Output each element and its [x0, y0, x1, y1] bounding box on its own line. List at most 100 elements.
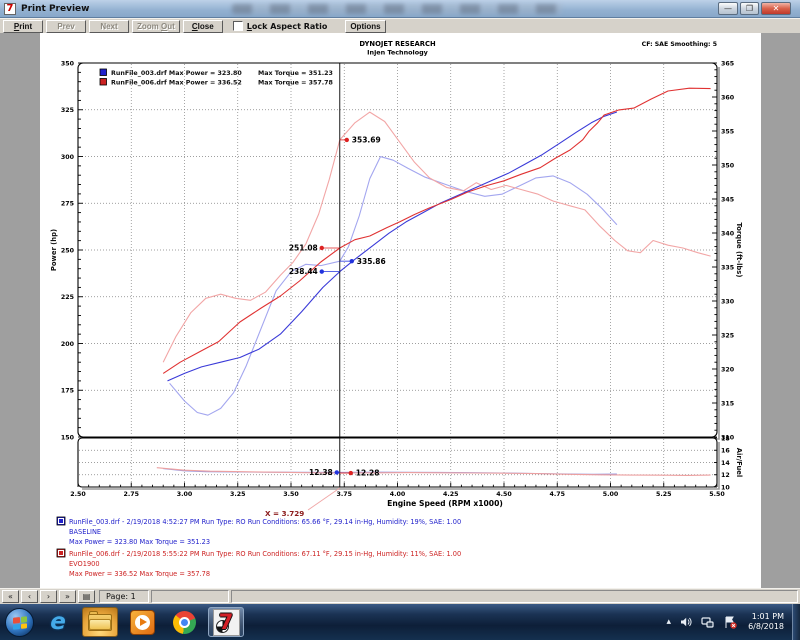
- airfuel-axis-title: Air/Fuel: [735, 448, 743, 478]
- toolbar-button-close[interactable]: Close: [183, 20, 223, 33]
- first-page-button[interactable]: «: [2, 590, 19, 603]
- speaker-icon[interactable]: [680, 616, 692, 628]
- cursor-value-label: 12.28: [356, 469, 380, 478]
- run-max-line: Max Power = 336.52 Max Torque = 357.78: [69, 570, 210, 578]
- status-cell: [151, 590, 229, 603]
- taskbar-item-internet-explorer[interactable]: e: [40, 607, 76, 637]
- minimize-button[interactable]: —: [718, 2, 738, 15]
- tray-date: 6/8/2018: [748, 622, 784, 632]
- taskbar-item-windows-explorer[interactable]: [82, 607, 118, 637]
- cursor-x-label: X = 3.729: [265, 509, 304, 518]
- main-chart: 1501752002252502753003253503103153203253…: [61, 60, 735, 441]
- rpm-tick-label: 2.50: [70, 491, 86, 498]
- restore-button[interactable]: ❐: [740, 2, 759, 15]
- torque-tick-label: 355: [721, 128, 734, 135]
- chrome-icon: [173, 611, 196, 634]
- preview-area: 1501752002252502753003253503103153203253…: [0, 33, 800, 588]
- titlebar: 7 Print Preview — ❐ ✕: [0, 0, 800, 18]
- chart-subtitle: Injen Technology: [367, 49, 429, 57]
- page-number-cell: Page: 1: [99, 590, 149, 603]
- rpm-tick-label: 4.00: [390, 491, 406, 498]
- run-name-line: BASELINE: [69, 528, 101, 536]
- power-axis-title: Power (hp): [50, 229, 58, 271]
- toolbar-button-next[interactable]: Next: [89, 20, 129, 33]
- taskbar-item-chrome[interactable]: [166, 607, 202, 637]
- print-preview-window: 7 Print Preview — ❐ ✕ PrintPrevNextZoom …: [0, 0, 800, 640]
- power-tick-label: 275: [61, 201, 74, 208]
- rpm-tick-label: 4.75: [549, 491, 565, 498]
- tray-time: 1:01 PM: [748, 612, 784, 622]
- options-button[interactable]: Options: [345, 20, 385, 33]
- torque-tick-label: 365: [721, 60, 734, 67]
- taskbar-item-winpep7[interactable]: 7: [208, 607, 244, 637]
- torque-tick-label: 345: [721, 196, 734, 203]
- airfuel-tick-label: 18: [721, 435, 730, 442]
- toolbar-button-zoom-out[interactable]: Zoom Out: [132, 20, 180, 33]
- toolbar-button-print[interactable]: Print: [3, 20, 43, 33]
- torque-tick-label: 325: [721, 332, 734, 339]
- close-window-button[interactable]: ✕: [761, 2, 791, 15]
- folder-icon: [88, 614, 112, 631]
- legend-text-left: RunFile_006.drf Max Power = 336.52: [111, 80, 242, 87]
- torque-tick-label: 335: [721, 264, 734, 271]
- prev-page-button[interactable]: ‹: [21, 590, 38, 603]
- torque-tick-label: 330: [721, 298, 735, 305]
- toolbar-button-group: PrintPrevNextZoom OutClose: [0, 20, 223, 33]
- rpm-tick-label: 4.25: [443, 491, 459, 498]
- action-center-flag-icon[interactable]: [724, 616, 737, 629]
- rpm-tick-label: 2.75: [123, 491, 139, 498]
- lock-aspect-ratio-checkbox[interactable]: [233, 21, 243, 31]
- run-info-line: RunFile_003.drf - 2/19/2018 4:52:27 PM R…: [69, 518, 461, 526]
- run-info-line: RunFile_006.drf - 2/19/2018 5:55:22 PM R…: [69, 550, 461, 558]
- chart-title: DYNOJET RESEARCH: [359, 40, 436, 48]
- torque-tick-label: 360: [721, 94, 735, 101]
- cursor-value-label: 335.86: [357, 257, 386, 266]
- winpep7-icon: 7: [213, 609, 240, 636]
- power-tick-label: 150: [61, 434, 75, 441]
- rpm-tick-label: 5.50: [709, 491, 725, 498]
- legend-row: RunFile_006.drf Max Power = 336.52Max To…: [100, 79, 333, 87]
- cursor-value-label: 12.38: [309, 468, 333, 477]
- start-button[interactable]: [5, 608, 34, 637]
- rpm-tick-label: 3.00: [177, 491, 193, 498]
- dyno-chart-svg: 1501752002252502753003253503103153203253…: [40, 33, 761, 588]
- last-page-button[interactable]: »: [59, 590, 76, 603]
- power-tick-label: 350: [61, 60, 75, 67]
- next-page-button[interactable]: ›: [40, 590, 57, 603]
- power-tick-label: 200: [61, 341, 75, 348]
- print-preview-page: 1501752002252502753003253503103153203253…: [40, 33, 761, 588]
- power-tick-label: 300: [61, 154, 75, 161]
- rpm-tick-label: 5.00: [603, 491, 619, 498]
- toolbar-button-prev[interactable]: Prev: [46, 20, 86, 33]
- rpm-tick-label: 3.50: [283, 491, 299, 498]
- power-tick-label: 175: [61, 388, 74, 395]
- titlebar-blurred-path: [232, 4, 562, 14]
- show-desktop-button[interactable]: [792, 604, 800, 640]
- run-details: RunFile_006.drf - 2/19/2018 5:55:22 PM R…: [57, 549, 461, 578]
- page-nav-buttons: «‹›»▤: [0, 590, 95, 603]
- torque-tick-label: 340: [721, 230, 735, 237]
- hidden-icons-chevron[interactable]: ▴: [667, 617, 672, 627]
- lock-aspect-ratio-label: Lock Aspect Ratio: [247, 22, 328, 31]
- status-cell: [231, 590, 798, 603]
- rpm-tick-label: 5.25: [656, 491, 672, 498]
- airfuel-tick-label: 16: [721, 448, 730, 455]
- rpm-tick-label: 4.50: [496, 491, 512, 498]
- cursor-value-label: 238.44: [289, 267, 318, 276]
- legend-row: RunFile_003.drf Max Power = 323.80Max To…: [100, 69, 333, 77]
- run-name-line: EVO1900: [69, 560, 100, 568]
- clock[interactable]: 1:01 PM 6/8/2018: [748, 612, 784, 632]
- window-title: Print Preview: [21, 4, 89, 14]
- taskbar-item-media-player[interactable]: [124, 607, 160, 637]
- cursor-value-label: 251.08: [289, 244, 318, 253]
- run-max-line: Max Power = 323.80 Max Torque = 351.23: [69, 538, 210, 546]
- page-setup-button[interactable]: ▤: [78, 590, 95, 603]
- run-details: RunFile_003.drf - 2/19/2018 4:52:27 PM R…: [57, 517, 461, 546]
- network-icon[interactable]: [701, 616, 715, 628]
- torque-tick-label: 315: [721, 400, 734, 407]
- power-tick-label: 250: [61, 247, 75, 254]
- legend-text-left: RunFile_003.drf Max Power = 323.80: [111, 70, 242, 77]
- media-player-icon: [130, 610, 155, 635]
- statusbar: «‹›»▤ Page: 1: [0, 588, 800, 604]
- windows-logo-icon: [13, 616, 27, 629]
